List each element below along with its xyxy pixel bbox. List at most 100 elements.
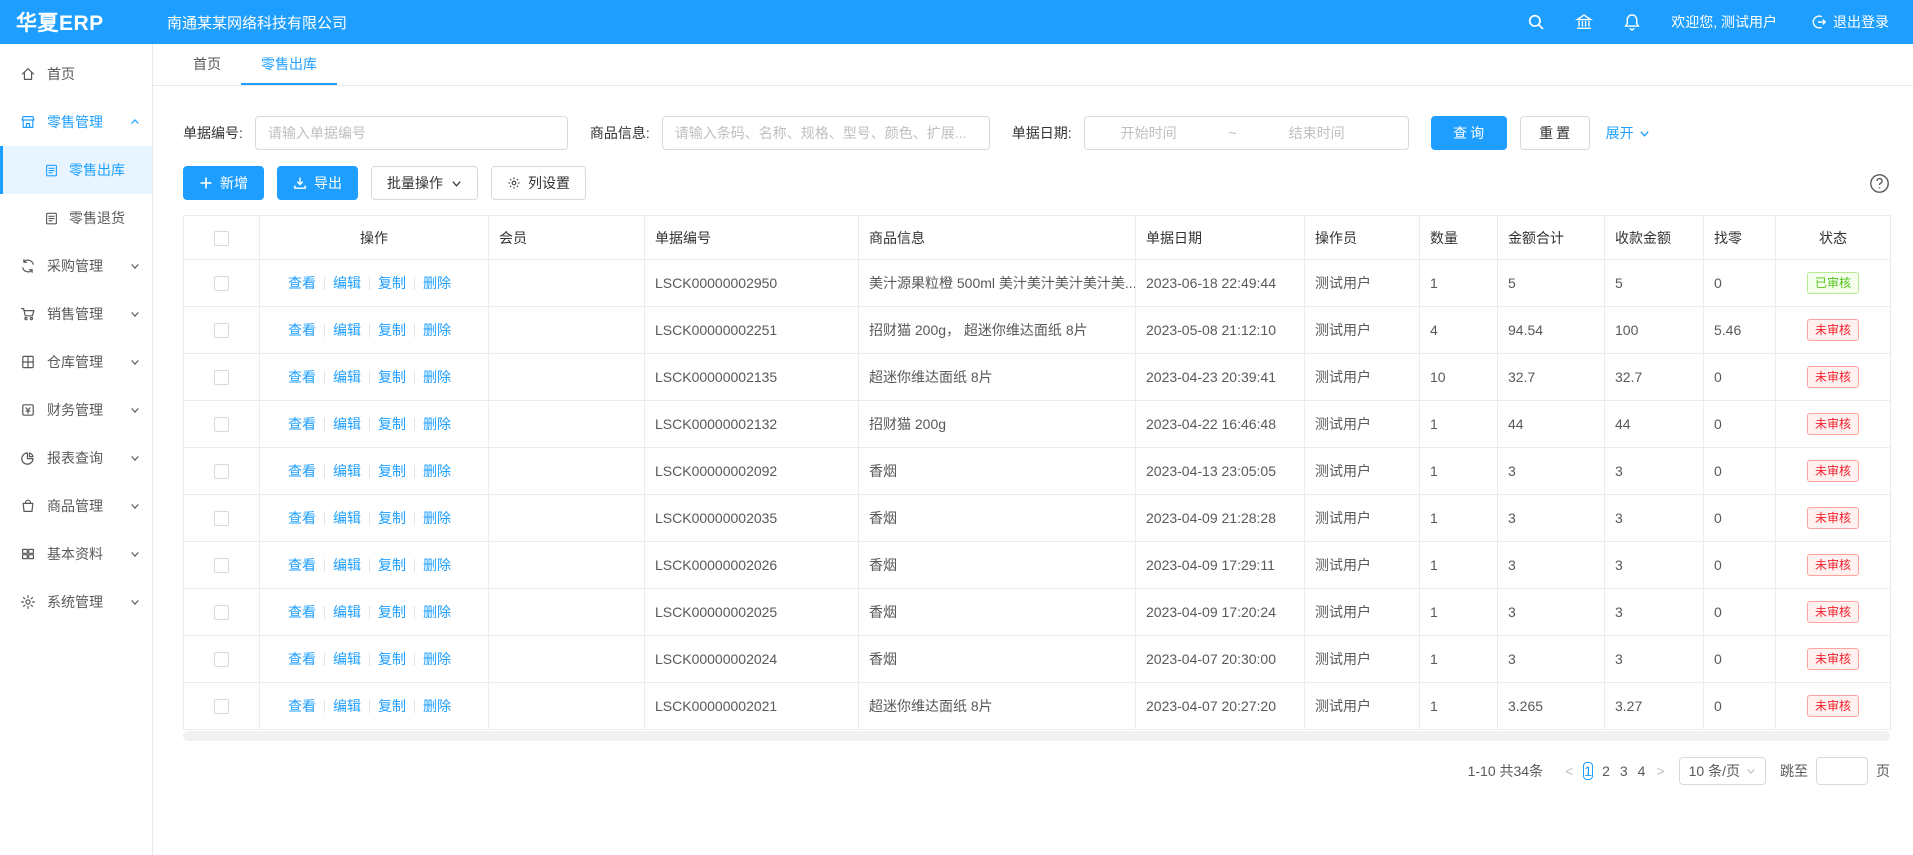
reset-button[interactable]: 重置 [1520,116,1590,150]
date-end-input[interactable] [1253,125,1381,141]
row-checkbox[interactable] [214,652,229,667]
delete-link[interactable]: 删除 [423,557,451,573]
date-cell: 2023-04-07 20:27:20 [1136,683,1305,730]
tab-1[interactable]: 零售出库 [241,44,337,85]
copy-link[interactable]: 复制 [378,604,406,620]
copy-link[interactable]: 复制 [378,557,406,573]
view-link[interactable]: 查看 [288,416,316,432]
row-checkbox[interactable] [214,605,229,620]
row-actions-cell: 查看 编辑 复制 删除 [260,448,489,495]
view-link[interactable]: 查看 [288,510,316,526]
copy-link[interactable]: 复制 [378,651,406,667]
sidebar-subitem-1-0[interactable]: 零售出库 [0,146,152,194]
sidebar-item-3[interactable]: 销售管理 [0,290,152,338]
product-info-input[interactable] [662,116,990,150]
action-divider [414,606,415,619]
delete-link[interactable]: 删除 [423,322,451,338]
bell-icon[interactable] [1623,13,1641,31]
search-icon[interactable] [1527,13,1545,31]
jump-page-input[interactable] [1816,757,1868,785]
batch-actions-button[interactable]: 批量操作 [371,166,478,200]
row-checkbox[interactable] [214,323,229,338]
view-link[interactable]: 查看 [288,275,316,291]
delete-link[interactable]: 删除 [423,416,451,432]
row-checkbox[interactable] [214,699,229,714]
search-button[interactable]: 查询 [1431,116,1507,150]
sidebar-item-6[interactable]: 报表查询 [0,434,152,482]
export-button[interactable]: 导出 [277,166,358,200]
table-row: 查看编辑复制删除LSCK00000002024香烟2023-04-07 20:3… [184,636,1891,683]
delete-link[interactable]: 删除 [423,698,451,714]
copy-link[interactable]: 复制 [378,510,406,526]
copy-link[interactable]: 复制 [378,416,406,432]
sidebar-item-5[interactable]: 财务管理 [0,386,152,434]
edit-link[interactable]: 编辑 [333,275,361,291]
view-link[interactable]: 查看 [288,369,316,385]
change-cell: 0 [1704,542,1776,589]
next-page-button[interactable]: > [1650,763,1670,779]
row-checkbox[interactable] [214,417,229,432]
sidebar-item-8[interactable]: 基本资料 [0,530,152,578]
copy-link[interactable]: 复制 [378,698,406,714]
sidebar-item-9[interactable]: 系统管理 [0,578,152,626]
copy-link[interactable]: 复制 [378,369,406,385]
logout-button[interactable]: 退出登录 [1811,12,1889,32]
sidebar-item-0[interactable]: 首页 [0,50,152,98]
row-checkbox[interactable] [214,370,229,385]
quantity-cell: 1 [1420,448,1498,495]
view-link[interactable]: 查看 [288,651,316,667]
bill-no-input[interactable] [255,116,568,150]
edit-link[interactable]: 编辑 [333,322,361,338]
edit-link[interactable]: 编辑 [333,369,361,385]
copy-link[interactable]: 复制 [378,322,406,338]
add-button[interactable]: 新增 [183,166,264,200]
edit-link[interactable]: 编辑 [333,698,361,714]
edit-link[interactable]: 编辑 [333,463,361,479]
action-divider [324,418,325,431]
horizontal-scrollbar[interactable] [183,731,1890,741]
edit-link[interactable]: 编辑 [333,651,361,667]
view-link[interactable]: 查看 [288,698,316,714]
page-button-3[interactable]: 3 [1619,762,1629,780]
row-checkbox[interactable] [214,558,229,573]
delete-link[interactable]: 删除 [423,369,451,385]
delete-link[interactable]: 删除 [423,463,451,479]
date-start-input[interactable] [1085,125,1213,141]
delete-link[interactable]: 删除 [423,651,451,667]
row-checkbox[interactable] [214,276,229,291]
view-link[interactable]: 查看 [288,322,316,338]
sidebar-item-1[interactable]: 零售管理 [0,98,152,146]
table-header-row: 操作会员单据编号商品信息单据日期操作员数量金额合计收款金额找零状态 [184,216,1891,260]
sidebar-item-7[interactable]: 商品管理 [0,482,152,530]
view-link[interactable]: 查看 [288,463,316,479]
expand-toggle[interactable]: 展开 [1606,123,1650,143]
edit-link[interactable]: 编辑 [333,604,361,620]
view-link[interactable]: 查看 [288,604,316,620]
copy-link[interactable]: 复制 [378,463,406,479]
delete-link[interactable]: 删除 [423,604,451,620]
date-range-picker[interactable]: ~ [1084,116,1409,150]
row-checkbox[interactable] [214,464,229,479]
delete-link[interactable]: 删除 [423,510,451,526]
bank-icon[interactable] [1575,13,1593,31]
view-link[interactable]: 查看 [288,557,316,573]
copy-link[interactable]: 复制 [378,275,406,291]
help-icon[interactable] [1869,173,1890,194]
sidebar-item-2[interactable]: 采购管理 [0,242,152,290]
sidebar-item-4[interactable]: 仓库管理 [0,338,152,386]
prev-page-button[interactable]: < [1559,763,1579,779]
page-size-select[interactable]: 10 条/页 [1679,757,1766,785]
sidebar-item-label: 销售管理 [47,304,103,324]
edit-link[interactable]: 编辑 [333,416,361,432]
page-button-2[interactable]: 2 [1601,762,1611,780]
edit-link[interactable]: 编辑 [333,510,361,526]
tab-0[interactable]: 首页 [173,44,241,85]
select-all-checkbox[interactable] [214,231,229,246]
sidebar-subitem-1-1[interactable]: 零售退货 [0,194,152,242]
row-checkbox[interactable] [214,511,229,526]
edit-link[interactable]: 编辑 [333,557,361,573]
delete-link[interactable]: 删除 [423,275,451,291]
page-button-1[interactable]: 1 [1583,762,1593,780]
page-button-4[interactable]: 4 [1637,762,1647,780]
column-settings-button[interactable]: 列设置 [491,166,586,200]
